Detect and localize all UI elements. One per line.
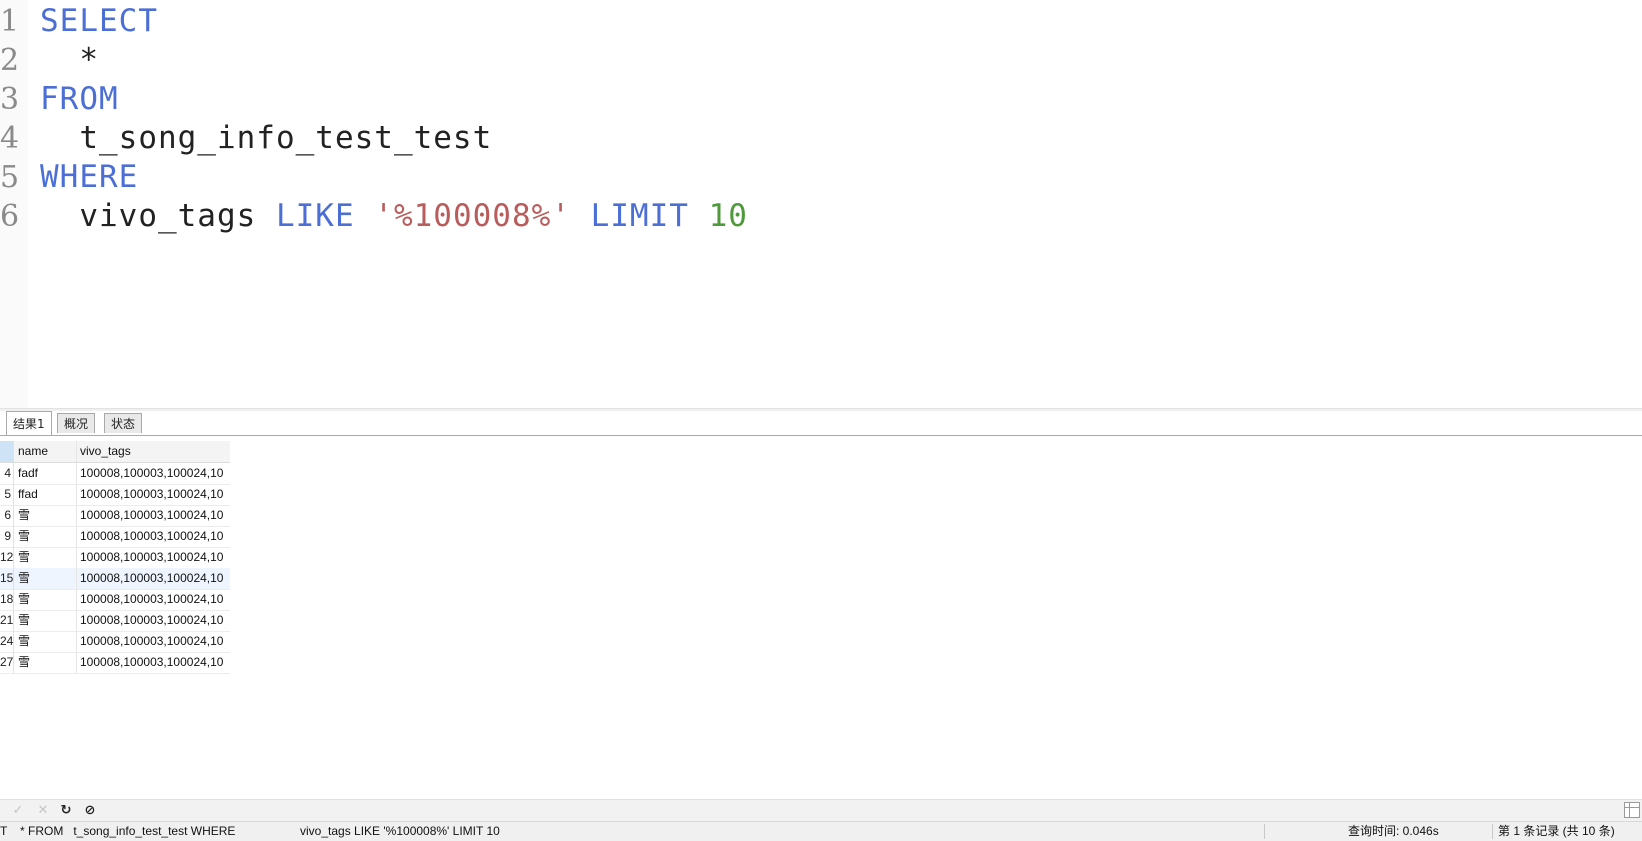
grid-view-toggle-icon[interactable] (1624, 802, 1640, 818)
status-query-prefix: T (0, 824, 8, 838)
sql-editor[interactable]: 1 SELECT 2 * 3 FROM 4 t_song_info_test_test 5 W… (0, 0, 1642, 408)
code-token-keyword: LIKE (275, 198, 375, 234)
row-index[interactable]: 6 (0, 505, 14, 526)
cell-vivo-tags[interactable]: 100008,100003,100024,10 (80, 463, 230, 484)
status-separator (1492, 824, 1493, 839)
status-query-part1: * FROM t_song_info_test_test WHERE (20, 824, 236, 838)
row-index[interactable]: 27 (0, 652, 14, 673)
status-record-info: 第 1 条记录 (共 10 条) (1498, 824, 1615, 838)
stop-icon[interactable]: ⊘ (81, 802, 99, 820)
code-token-number: 10 (708, 198, 748, 234)
cell-name[interactable]: 雪 (18, 568, 77, 589)
refresh-icon[interactable]: ↻ (57, 802, 75, 820)
table-row[interactable]: 27 雪 100008,100003,100024,10 (0, 652, 230, 674)
row-index[interactable]: 9 (0, 526, 14, 547)
code-text: * (40, 41, 99, 80)
code-text: FROM (40, 80, 119, 119)
status-query-part2: vivo_tags LIKE '%100008%' LIMIT 10 (300, 824, 500, 838)
table-row[interactable]: 24 雪 100008,100003,100024,10 (0, 631, 230, 653)
code-token-plain: * (40, 42, 99, 78)
row-index[interactable]: 15 (0, 568, 14, 589)
code-token-keyword: WHERE (40, 159, 139, 195)
row-index[interactable]: 21 (0, 610, 14, 631)
tab-status[interactable]: 状态 (104, 413, 143, 433)
line-number: 2 (0, 43, 20, 78)
code-token-string: '%100008%' (374, 198, 591, 234)
cell-name[interactable]: ffad (18, 484, 77, 505)
tab-overview[interactable]: 概况 (57, 413, 96, 433)
cell-name[interactable]: 雪 (18, 631, 77, 652)
cell-name[interactable]: 雪 (18, 610, 77, 631)
grid-toolbar: ✓ ✕ ↻ ⊘ (0, 799, 1642, 822)
code-token-keyword: FROM (40, 81, 119, 117)
table-row[interactable]: 9 雪 100008,100003,100024,10 (0, 526, 230, 548)
row-index[interactable]: 4 (0, 463, 14, 484)
grid-header-row: name vivo_tags (0, 441, 230, 463)
cell-name[interactable]: 雪 (18, 589, 77, 610)
code-token-plain: t_song_info_test_test (40, 120, 493, 156)
status-separator (1264, 824, 1265, 839)
line-number: 4 (0, 121, 20, 156)
line-number: 3 (0, 82, 20, 117)
table-row[interactable]: 21 雪 100008,100003,100024,10 (0, 610, 230, 632)
discard-changes-icon[interactable]: ✕ (34, 802, 52, 820)
row-header-corner[interactable] (0, 441, 14, 462)
cell-vivo-tags[interactable]: 100008,100003,100024,10 (80, 547, 230, 568)
line-number: 1 (0, 4, 20, 39)
row-index[interactable]: 12 (0, 547, 14, 568)
code-text: vivo_tags LIKE '%100008%' LIMIT 10 (40, 197, 748, 236)
table-row[interactable]: 12 雪 100008,100003,100024,10 (0, 547, 230, 569)
code-token-plain: vivo_tags (40, 198, 276, 234)
cell-name[interactable]: 雪 (18, 652, 77, 673)
cell-name[interactable]: fadf (18, 463, 77, 484)
result-tab-bar: 结果1 概况 状态 (0, 411, 1642, 436)
cell-vivo-tags[interactable]: 100008,100003,100024,10 (80, 610, 230, 631)
cell-name[interactable]: 雪 (18, 547, 77, 568)
table-row[interactable]: 18 雪 100008,100003,100024,10 (0, 589, 230, 611)
cell-vivo-tags[interactable]: 100008,100003,100024,10 (80, 631, 230, 652)
row-index[interactable]: 18 (0, 589, 14, 610)
table-row[interactable]: 15 雪 100008,100003,100024,10 (0, 568, 230, 590)
code-text: WHERE (40, 158, 138, 197)
cell-name[interactable]: 雪 (18, 526, 77, 547)
status-query-time: 查询时间: 0.046s (1348, 824, 1439, 838)
column-header-vivo-tags[interactable]: vivo_tags (80, 441, 230, 462)
code-token-keyword: SELECT (40, 3, 158, 39)
row-index[interactable]: 24 (0, 631, 14, 652)
line-number: 5 (0, 160, 20, 195)
apply-changes-icon[interactable]: ✓ (9, 802, 27, 820)
table-row[interactable]: 6 雪 100008,100003,100024,10 (0, 505, 230, 527)
column-header-name[interactable]: name (18, 441, 77, 462)
cell-vivo-tags[interactable]: 100008,100003,100024,10 (80, 589, 230, 610)
tab-result-1[interactable]: 结果1 (6, 411, 52, 435)
cell-vivo-tags[interactable]: 100008,100003,100024,10 (80, 484, 230, 505)
table-row[interactable]: 4 fadf 100008,100003,100024,10 (0, 463, 230, 485)
line-number: 6 (0, 199, 20, 234)
cell-vivo-tags[interactable]: 100008,100003,100024,10 (80, 526, 230, 547)
status-bar: T * FROM t_song_info_test_test WHERE viv… (0, 821, 1642, 841)
cell-vivo-tags[interactable]: 100008,100003,100024,10 (80, 652, 230, 673)
code-text: SELECT (40, 2, 158, 41)
cell-name[interactable]: 雪 (18, 505, 77, 526)
table-row[interactable]: 5 ffad 100008,100003,100024,10 (0, 484, 230, 506)
row-index[interactable]: 5 (0, 484, 14, 505)
cell-vivo-tags[interactable]: 100008,100003,100024,10 (80, 505, 230, 526)
code-token-keyword: LIMIT (590, 198, 709, 234)
code-text: t_song_info_test_test (40, 119, 492, 158)
cell-vivo-tags[interactable]: 100008,100003,100024,10 (80, 568, 230, 589)
